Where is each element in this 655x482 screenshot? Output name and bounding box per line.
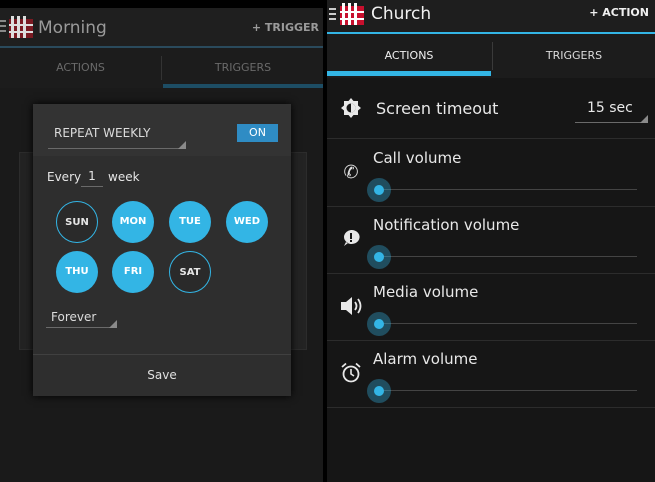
tab-indicator — [163, 84, 323, 88]
volume-slider-track[interactable] — [379, 390, 637, 391]
volume-slider-track[interactable] — [379, 323, 637, 324]
volume-row-notification: Notification volume — [327, 206, 655, 274]
right-screen: Church + ACTION ACTIONS TRIGGERS Screen … — [327, 0, 655, 482]
app-logo-icon — [9, 16, 33, 38]
volume-slider-thumb[interactable] — [367, 379, 391, 403]
day-wed[interactable]: WED — [226, 201, 268, 243]
tab-triggers[interactable]: TRIGGERS — [493, 34, 655, 78]
volume-label: Call volume — [373, 149, 462, 167]
week-label: week — [108, 170, 140, 184]
speaker-icon — [341, 297, 362, 315]
dropdown-arrow-icon — [109, 320, 117, 328]
dropdown-arrow-icon — [640, 115, 648, 123]
tab-actions[interactable]: ACTIONS — [0, 48, 161, 88]
volume-row-media: Media volume — [327, 273, 655, 341]
tab-bar: ACTIONS TRIGGERS — [327, 34, 655, 78]
tab-indicator — [327, 71, 491, 76]
app-logo-icon — [340, 3, 364, 25]
tab-bar: ACTIONS TRIGGERS — [0, 48, 323, 88]
repeat-dropdown[interactable]: REPEAT WEEKLY — [48, 116, 186, 149]
brightness-icon — [341, 98, 361, 118]
screen-timeout-row[interactable]: Screen timeout 15 sec — [327, 80, 655, 139]
volume-row-call: ✆ Call volume — [327, 139, 655, 207]
save-button[interactable]: Save — [33, 355, 291, 396]
dialog-header: REPEAT WEEKLY ON — [33, 104, 291, 156]
day-mon[interactable]: MON — [112, 201, 154, 243]
screen-timeout-label: Screen timeout — [376, 99, 499, 118]
tab-triggers[interactable]: TRIGGERS — [163, 48, 323, 88]
day-tue[interactable]: TUE — [169, 201, 211, 243]
page-title: Morning — [38, 18, 107, 38]
day-sat[interactable]: SAT — [169, 251, 211, 293]
tab-divider — [161, 56, 162, 80]
day-sun[interactable]: SUN — [56, 201, 98, 243]
repeat-toggle[interactable]: ON — [237, 124, 278, 142]
screen-timeout-value: 15 sec — [587, 100, 633, 116]
repeat-dialog: REPEAT WEEKLY ON Every 1 week SUN MON TU… — [33, 104, 291, 396]
action-bar: Church + ACTION — [327, 0, 655, 32]
alarm-clock-icon — [341, 362, 361, 383]
volume-label: Notification volume — [373, 216, 520, 234]
volume-slider-thumb[interactable] — [367, 245, 391, 269]
phone-icon: ✆ — [343, 162, 359, 183]
add-action-button[interactable]: + ACTION — [589, 6, 649, 19]
left-screen: Morning + TRIGGER ACTIONS TRIGGERS REPEA… — [0, 0, 323, 482]
add-trigger-button[interactable]: + TRIGGER — [252, 21, 319, 34]
day-fri[interactable]: FRI — [112, 251, 154, 293]
duration-label: Forever — [51, 310, 97, 324]
page-title: Church — [371, 4, 432, 24]
every-label: Every — [47, 170, 82, 184]
repeat-dropdown-label: REPEAT WEEKLY — [54, 126, 151, 140]
notification-icon — [344, 229, 360, 246]
interval-input[interactable]: 1 — [81, 166, 103, 187]
drawer-icon[interactable] — [0, 20, 6, 32]
volume-slider-thumb[interactable] — [367, 178, 391, 202]
status-bar — [0, 0, 323, 8]
volume-slider-track[interactable] — [379, 256, 637, 257]
volume-label: Media volume — [373, 283, 479, 301]
volume-slider-thumb[interactable] — [367, 312, 391, 336]
volume-row-alarm: Alarm volume — [327, 340, 655, 408]
screen-timeout-dropdown[interactable]: 15 sec — [575, 98, 648, 123]
drawer-icon[interactable] — [329, 8, 336, 20]
day-thu[interactable]: THU — [56, 251, 98, 293]
dropdown-arrow-icon — [178, 141, 186, 149]
volume-slider-track[interactable] — [379, 189, 637, 190]
duration-dropdown[interactable]: Forever — [46, 305, 117, 328]
action-bar: Morning + TRIGGER — [0, 0, 323, 48]
volume-label: Alarm volume — [373, 350, 478, 368]
